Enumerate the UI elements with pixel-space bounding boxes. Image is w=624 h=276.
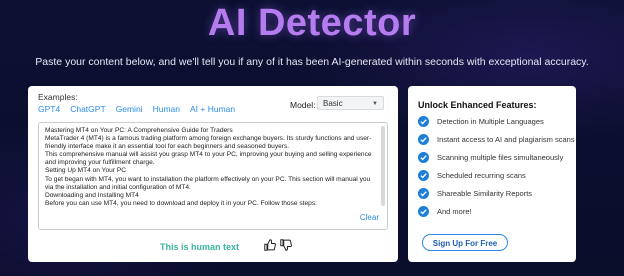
example-links: GPT4 ChatGPT Gemini Human AI + Human <box>38 104 235 114</box>
model-select[interactable]: Basic ▼ <box>317 96 384 110</box>
example-link-gpt4[interactable]: GPT4 <box>38 104 60 114</box>
text-line: Downloading and Installing MT4 <box>45 191 139 199</box>
result-text: This is human text <box>160 242 240 252</box>
clear-button[interactable]: Clear <box>360 213 379 222</box>
text-line: Setting Up MT4 on Your PC <box>45 167 127 175</box>
example-link-human[interactable]: Human <box>153 104 180 114</box>
detector-card: Examples: GPT4 ChatGPT Gemini Human AI +… <box>28 86 398 262</box>
feature-label: Detection in Multiple Languages <box>437 117 544 126</box>
text-line: To get began with MT4, you want to insta… <box>45 175 371 191</box>
text-line: Mastering MT4 on Your PC: A Comprehensiv… <box>45 127 233 134</box>
text-line: MetaTrader 4 (MT4) is a famous trading p… <box>45 135 372 151</box>
text-input-content: Mastering MT4 on Your PC: A Comprehensiv… <box>45 127 379 223</box>
check-badge-icon <box>418 134 429 145</box>
feature-item: And more! <box>418 206 472 217</box>
model-select-value: Basic <box>323 99 343 108</box>
examples-label: Examples: <box>38 92 78 102</box>
text-line: Before you can use MT4, you need to down… <box>45 199 317 207</box>
check-badge-icon <box>418 116 429 127</box>
example-link-gemini[interactable]: Gemini <box>116 104 143 114</box>
text-input-scrollbar[interactable] <box>381 126 385 206</box>
feature-item: Shareable Similarity Reports <box>418 188 532 199</box>
feature-label: Scheduled recurring scans <box>437 171 526 180</box>
feature-item: Scheduled recurring scans <box>418 170 526 181</box>
thumbs-down-icon[interactable] <box>280 239 292 251</box>
feature-label: Instant access to AI and plagiarism scan… <box>437 135 575 144</box>
check-badge-icon <box>418 188 429 199</box>
signup-button[interactable]: Sign Up For Free <box>422 234 508 251</box>
text-input[interactable]: Mastering MT4 on Your PC: A Comprehensiv… <box>38 122 388 230</box>
thumbs-up-icon[interactable] <box>264 239 276 251</box>
feature-label: Shareable Similarity Reports <box>437 189 533 198</box>
example-link-ai-human[interactable]: AI + Human <box>190 104 235 114</box>
chevron-down-icon: ▼ <box>372 101 378 107</box>
check-badge-icon <box>418 170 429 181</box>
page-title: AI Detector <box>207 2 417 44</box>
features-card: Unlock Enhanced Features: Detection in M… <box>408 86 576 262</box>
features-title: Unlock Enhanced Features: <box>418 100 537 110</box>
feature-item: Scanning multiple files simultaneously <box>418 152 563 163</box>
example-link-chatgpt[interactable]: ChatGPT <box>70 104 105 114</box>
feature-label: Scanning multiple files simultaneously <box>437 153 564 162</box>
text-line: This comprehensive manual will assist yo… <box>45 151 372 167</box>
page-subtitle: Paste your content below, and we'll tell… <box>35 56 589 68</box>
feature-label: And more! <box>437 207 472 216</box>
feature-item: Instant access to AI and plagiarism scan… <box>418 134 575 145</box>
feature-item: Detection in Multiple Languages <box>418 116 544 127</box>
model-label: Model: <box>290 100 316 110</box>
check-badge-icon <box>418 152 429 163</box>
check-badge-icon <box>418 206 429 217</box>
